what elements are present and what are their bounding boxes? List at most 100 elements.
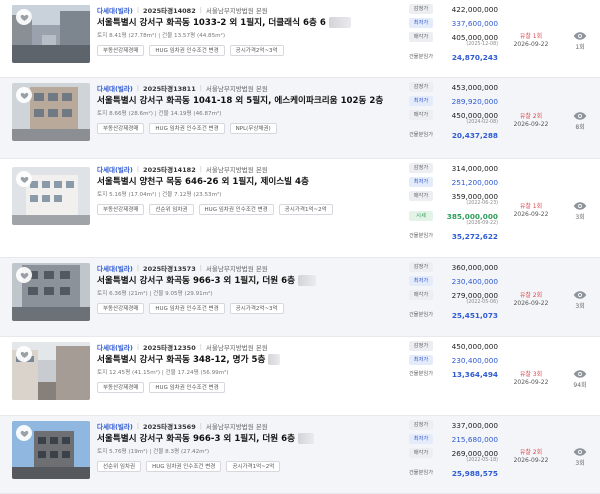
price-value-rental: 25,451,073 (451, 311, 498, 320)
address-text: 서울특별시 강서구 화곡동 1041-18 외 5필지, 에스케이파크리움 10… (97, 96, 384, 106)
favorite-heart-icon[interactable] (16, 87, 32, 103)
price-date: (2022-05-06) (466, 300, 498, 305)
property-photo[interactable] (12, 5, 90, 63)
address-text: 서울특별시 강서구 화곡동 1033-2 외 1필지, 더클래식 6층 6 (97, 18, 326, 28)
area-info: 토지 12.45평 (41.15m²) | 건물 17.24평 (56.99m²… (97, 370, 229, 376)
favorite-heart-icon[interactable] (16, 425, 32, 441)
court-name: 서울남부지방법원 본원 (205, 7, 268, 15)
separator: | (136, 264, 140, 272)
tag-chip[interactable]: HUG 임차권 인수조건 변경 (146, 461, 222, 472)
property-type: 다세대(빌라) (97, 265, 133, 273)
tag-chip[interactable]: HUG 임차권 인수조건 변경 (198, 204, 274, 215)
property-photo[interactable] (12, 421, 90, 479)
address-text: 서울특별시 양천구 목동 646-26 외 1필지, 제이스빌 4층 (97, 177, 309, 187)
favorite-heart-icon[interactable] (16, 346, 32, 362)
auction-date: 2026-09-22 (513, 300, 549, 307)
auction-date: 2026-09-22 (513, 121, 549, 128)
case-number[interactable]: 2025타경13569 (143, 421, 196, 431)
property-address[interactable]: 서울특별시 강서구 화곡동 348-12, 명가 5층 (97, 353, 281, 365)
case-number[interactable]: 2025타경12350 (143, 342, 196, 352)
price-value-appraisal: 337,000,000 (451, 421, 498, 430)
tag-chip[interactable]: 공시가격2억~3억 (229, 303, 284, 314)
favorite-heart-icon[interactable] (16, 9, 32, 25)
tag-chip[interactable]: HUG 임차권 인수조건 변경 (149, 123, 225, 134)
property-photo[interactable] (12, 342, 90, 400)
tag-chip[interactable]: 부동산강제경매 (97, 123, 145, 134)
masked-text (298, 274, 317, 286)
auction-status: 유찰 2회 (519, 449, 543, 456)
eye-icon (573, 291, 587, 299)
price-value-minimum: 251,200,000 (451, 178, 498, 187)
court-name: 서울남부지방법원 본원 (205, 166, 268, 174)
listing-row[interactable]: 다세대(빌라) | 2025타경13573 | 서울남부지방법원 본원 서울특별시 강서구… (0, 258, 600, 337)
price-value-sale: 450,000,000 (451, 111, 498, 120)
separator: | (199, 165, 202, 173)
court-name: 서울남부지방법원 본원 (205, 85, 268, 93)
property-address[interactable]: 서울특별시 양천구 목동 646-26 외 1필지, 제이스빌 4층 (97, 175, 309, 187)
eye-icon (573, 448, 587, 456)
eye-icon (573, 112, 587, 120)
property-photo[interactable] (12, 167, 90, 225)
address-text: 서울특별시 강서구 화곡동 966-3 외 1필지, 더원 6층 (97, 276, 296, 286)
area-info: 토지 8.41평 (27.78m²) | 건물 13.57평 (44.85m²) (97, 33, 226, 39)
view-count: 8회 (575, 124, 585, 131)
tag-chip[interactable]: 부동산강제경매 (97, 303, 145, 314)
tag-chip[interactable]: 부동산강제경매 (97, 45, 145, 56)
property-address[interactable]: 서울특별시 강서구 화곡동 1033-2 외 1필지, 더클래식 6층 6 (97, 16, 351, 28)
tag-list: 부동산강제경매 HUG 임차권 인수조건 변경 (97, 382, 225, 393)
property-photo[interactable] (12, 263, 90, 321)
price-value-appraisal: 360,000,000 (451, 263, 498, 272)
listing-row[interactable]: 다세대(빌라) | 2025타경14182 | 서울남부지방법원 본원서울특별시 양천구… (0, 159, 600, 258)
listing-row[interactable]: 다세대(빌라) | 2025타경13811 | 서울남부지방법원 본원 서울특별시 강서구… (0, 78, 600, 159)
tag-chip[interactable]: 선순위 임차권 (97, 461, 142, 472)
price-value-market: 385,000,000 (446, 212, 498, 221)
price-value-minimum: 230,400,000 (451, 356, 498, 365)
case-meta: 다세대(빌라) | 2025타경12350 | 서울남부지방법원 본원 (97, 342, 268, 352)
tag-chip[interactable]: HUG 임차권 인수조건 변경 (149, 45, 225, 56)
property-address[interactable]: 서울특별시 강서구 화곡동 966-3 외 1필지, 더원 6층 (97, 274, 317, 286)
separator: | (199, 343, 202, 351)
separator: | (199, 422, 202, 430)
auction-status: 유찰 2회 (519, 113, 543, 120)
tag-chip[interactable]: 공시가격2억~3억 (229, 45, 284, 56)
case-meta: 다세대(빌라) | 2025타경13573 | 서울남부지방법원 본원 (97, 263, 268, 273)
tag-chip[interactable]: 부동산강제경매 (97, 382, 145, 393)
favorite-heart-icon[interactable] (16, 171, 32, 187)
auction-listing: 다세대(빌라) | 2025타경14082 | 서울남부지방법원 본원 서울특별시 강서구… (0, 0, 600, 494)
property-address[interactable]: 서울특별시 강서구 화곡동 966-3 외 1필지, 더원 6층 (97, 432, 315, 444)
listing-row[interactable]: 다세대(빌라) | 2025타경14082 | 서울남부지방법원 본원 서울특별시 강서구… (0, 0, 600, 78)
case-number[interactable]: 2025타경13811 (143, 83, 196, 93)
tag-chip[interactable]: 공시가격1억~2억 (226, 461, 281, 472)
auction-status: 유찰 1회 (519, 203, 543, 210)
price-date: (2022-06-23) (466, 201, 498, 206)
tag-chip[interactable]: HUG 임차권 인수조건 변경 (149, 382, 225, 393)
price-date: (2024-02-08) (466, 120, 498, 125)
price-date: (2022-05-18) (466, 458, 498, 463)
tag-chip[interactable]: 공시가격1억~2억 (278, 204, 333, 215)
listing-row[interactable]: 다세대(빌라) | 2025타경12350 | 서울남부지방법원 본원 서울특별시 강서구… (0, 337, 600, 416)
case-number[interactable]: 2025타경13573 (143, 263, 196, 273)
property-type: 다세대(빌라) (97, 344, 133, 352)
listing-row[interactable]: 다세대(빌라) | 2025타경13569 | 서울남부지방법원 본원 서울특별시 강서구… (0, 416, 600, 494)
property-photo[interactable] (12, 83, 90, 141)
tag-chip[interactable]: NPL(무상채권) (229, 123, 277, 134)
price-value-appraisal: 453,000,000 (451, 83, 498, 92)
price-value-minimum: 230,400,000 (451, 277, 498, 286)
tag-chip[interactable]: HUG 임차권 인수조건 변경 (149, 303, 225, 314)
price-date: (2026-09-22) (466, 221, 498, 226)
case-number[interactable]: 2025타경14082 (143, 5, 196, 15)
tag-chip[interactable]: 선순위 임차권 (149, 204, 194, 215)
price-value-minimum: 289,920,000 (451, 97, 498, 106)
tag-chip[interactable]: 부동산강제경매 (97, 204, 145, 215)
favorite-heart-icon[interactable] (16, 267, 32, 283)
area-info: 토지 5.76평 (19m²) | 건물 8.3평 (27.42m²) (97, 449, 210, 455)
separator: | (136, 6, 140, 14)
separator: | (199, 6, 202, 14)
price-value-rental: 35,272,622 (451, 232, 498, 241)
case-meta: 다세대(빌라) | 2025타경14182 | 서울남부지방법원 본원 (97, 164, 268, 174)
property-address[interactable]: 서울특별시 강서구 화곡동 1041-18 외 5필지, 에스케이파크리움 10… (97, 94, 383, 106)
auction-date: 2026-09-22 (513, 41, 549, 48)
court-name: 서울남부지방법원 본원 (205, 265, 268, 273)
case-number[interactable]: 2025타경14182 (143, 164, 196, 174)
property-type: 다세대(빌라) (97, 85, 133, 93)
